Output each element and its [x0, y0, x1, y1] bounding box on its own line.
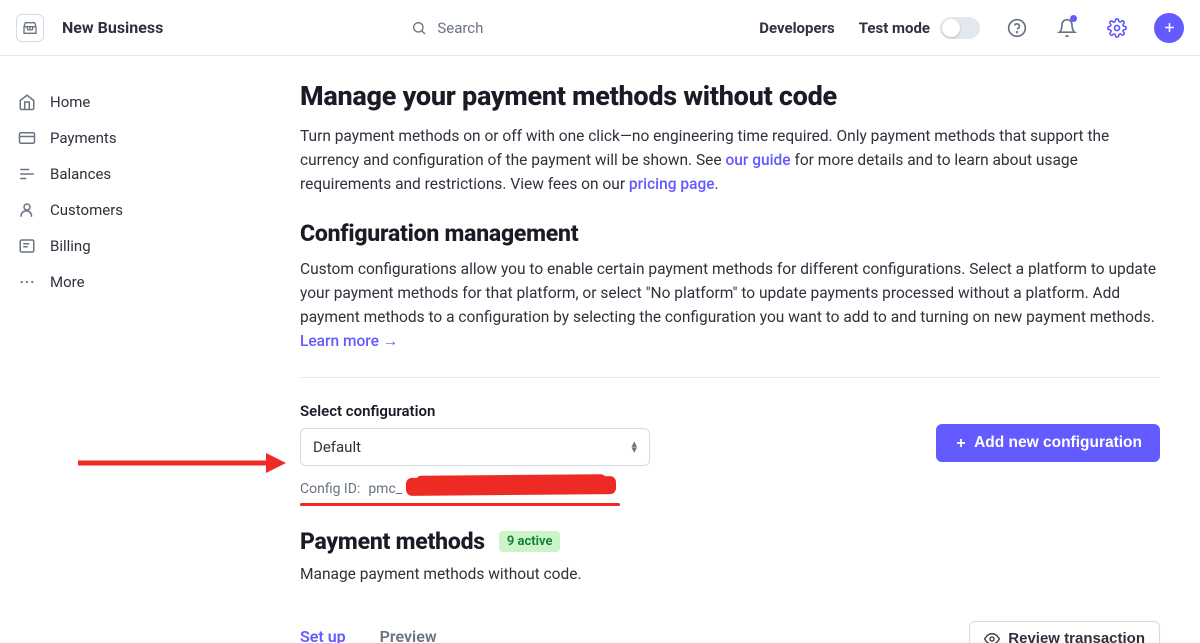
- notification-dot: [1070, 15, 1077, 22]
- card-icon: [18, 129, 36, 147]
- home-icon: [18, 93, 36, 111]
- config-id-text: pmc_: [368, 481, 402, 497]
- tabs: Set up Preview: [300, 627, 437, 643]
- gear-icon: [1107, 18, 1127, 38]
- chevron-updown-icon: ▴▾: [631, 441, 637, 453]
- help-icon: [1007, 18, 1027, 38]
- pricing-page-link[interactable]: pricing page: [629, 175, 715, 193]
- config-row: Select configuration Default ▴▾ Config I…: [300, 402, 1160, 498]
- divider: [300, 377, 1160, 378]
- settings-button[interactable]: [1104, 15, 1130, 41]
- balances-icon: [18, 165, 36, 183]
- page-title: Manage your payment methods without code: [300, 80, 1160, 112]
- toggle-knob: [942, 19, 960, 37]
- eye-icon: [984, 631, 1000, 643]
- tab-setup[interactable]: Set up: [300, 627, 346, 643]
- config-text: Custom configurations allow you to enabl…: [300, 260, 1156, 326]
- layout: Home Payments Balances Customers Billing…: [0, 56, 1200, 643]
- review-transaction-button[interactable]: Review transaction: [969, 621, 1160, 643]
- plus-icon: [954, 436, 968, 450]
- config-id-row: Config ID: pmc_: [300, 480, 660, 498]
- test-mode-label: Test mode: [859, 19, 930, 37]
- notifications-button[interactable]: [1054, 15, 1080, 41]
- sidebar-item-label: Balances: [50, 165, 111, 183]
- tab-preview[interactable]: Preview: [380, 627, 437, 643]
- sidebar-item-label: Payments: [50, 129, 117, 147]
- more-icon: [18, 273, 36, 291]
- help-button[interactable]: [1004, 15, 1030, 41]
- topbar: New Business Search Developers Test mode: [0, 0, 1200, 56]
- search-input[interactable]: Search: [411, 19, 483, 37]
- create-button[interactable]: [1154, 13, 1184, 43]
- sidebar-item-label: More: [50, 273, 85, 291]
- review-btn-label: Review transaction: [1008, 630, 1145, 643]
- config-id-value: pmc_: [368, 481, 402, 497]
- config-select[interactable]: Default ▴▾: [300, 428, 650, 466]
- underline-annotation: [300, 503, 620, 506]
- developers-link[interactable]: Developers: [759, 19, 835, 37]
- redaction-annotation: [406, 476, 616, 496]
- intro-end: .: [715, 175, 719, 193]
- sidebar-item-label: Billing: [50, 237, 91, 255]
- sidebar-item-label: Home: [50, 93, 90, 111]
- intro-text: Turn payment methods on or off with one …: [300, 124, 1160, 196]
- payment-methods-subtitle: Manage payment methods without code.: [300, 565, 1160, 583]
- add-configuration-button[interactable]: Add new configuration: [936, 424, 1160, 462]
- test-mode-group: Test mode: [859, 17, 980, 39]
- config-select-group: Select configuration Default ▴▾ Config I…: [300, 402, 660, 498]
- sidebar: Home Payments Balances Customers Billing…: [0, 56, 180, 643]
- topbar-right: Developers Test mode: [759, 13, 1184, 43]
- plus-icon: [1162, 20, 1177, 35]
- sidebar-item-billing[interactable]: Billing: [14, 228, 180, 264]
- config-mgmt-title: Configuration management: [300, 220, 1160, 247]
- config-id-label: Config ID:: [300, 481, 360, 497]
- config-mgmt-text: Custom configurations allow you to enabl…: [300, 257, 1160, 353]
- add-config-label: Add new configuration: [974, 434, 1142, 452]
- search-placeholder: Search: [437, 19, 483, 37]
- sidebar-item-customers[interactable]: Customers: [14, 192, 180, 228]
- select-config-label: Select configuration: [300, 402, 660, 420]
- payment-methods-title: Payment methods: [300, 528, 485, 555]
- test-mode-toggle[interactable]: [940, 17, 980, 39]
- sidebar-item-payments[interactable]: Payments: [14, 120, 180, 156]
- app-title: New Business: [62, 18, 163, 37]
- user-icon: [18, 201, 36, 219]
- active-count-badge: 9 active: [499, 531, 561, 552]
- payment-methods-header: Payment methods 9 active: [300, 528, 1160, 555]
- app-logo-icon: [16, 14, 44, 42]
- tabs-row: Set up Preview Review transaction: [300, 621, 1160, 643]
- billing-icon: [18, 237, 36, 255]
- our-guide-link[interactable]: our guide: [725, 151, 790, 169]
- sidebar-item-label: Customers: [50, 201, 123, 219]
- main-content: Manage your payment methods without code…: [180, 56, 1200, 643]
- sidebar-item-home[interactable]: Home: [14, 84, 180, 120]
- search-icon: [411, 20, 427, 36]
- learn-more-link[interactable]: Learn more →: [300, 332, 398, 350]
- sidebar-item-balances[interactable]: Balances: [14, 156, 180, 192]
- config-select-value: Default: [313, 438, 361, 456]
- sidebar-item-more[interactable]: More: [14, 264, 180, 300]
